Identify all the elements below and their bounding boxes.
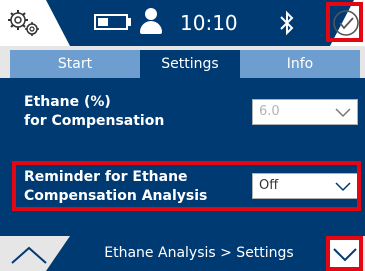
tab-bar: Start Settings Info (0, 46, 365, 78)
bottom-bar: Ethane Analysis > Settings (0, 236, 365, 271)
gear-icon[interactable] (6, 8, 42, 38)
clock: 10:10 (180, 11, 238, 35)
battery-tip (128, 18, 131, 26)
reminder-highlight-frame (12, 161, 361, 211)
chevron-down-icon (333, 248, 357, 262)
confirm-button[interactable] (326, 2, 363, 42)
bottom-bar-edge (46, 236, 70, 271)
status-bar: 10:10 (0, 0, 365, 46)
device-screen: 10:10 Start Settings Info Ethane (%) for… (0, 0, 365, 271)
tab-info[interactable]: Info (240, 50, 360, 78)
ethane-label: Ethane (%) (24, 94, 111, 110)
bluetooth-icon (280, 10, 294, 36)
battery-icon (94, 14, 128, 30)
ethane-select[interactable]: 6.0 (252, 99, 358, 125)
scroll-up-button[interactable] (10, 244, 48, 266)
tab-settings[interactable]: Settings (140, 50, 240, 78)
checkmark-icon (333, 10, 359, 36)
settings-panel: Ethane (%) for Compensation 6.0 Reminder… (0, 78, 365, 236)
chevron-down-icon (335, 108, 351, 118)
tab-start[interactable]: Start (10, 50, 140, 78)
ethane-label-line2: for Compensation (24, 113, 165, 129)
ethane-select-value: 6.0 (259, 104, 280, 119)
battery-level (98, 18, 108, 26)
scroll-down-button[interactable] (326, 236, 363, 271)
status-bar-edge (46, 0, 70, 46)
breadcrumb: Ethane Analysis > Settings (104, 245, 294, 261)
user-icon (145, 8, 157, 20)
